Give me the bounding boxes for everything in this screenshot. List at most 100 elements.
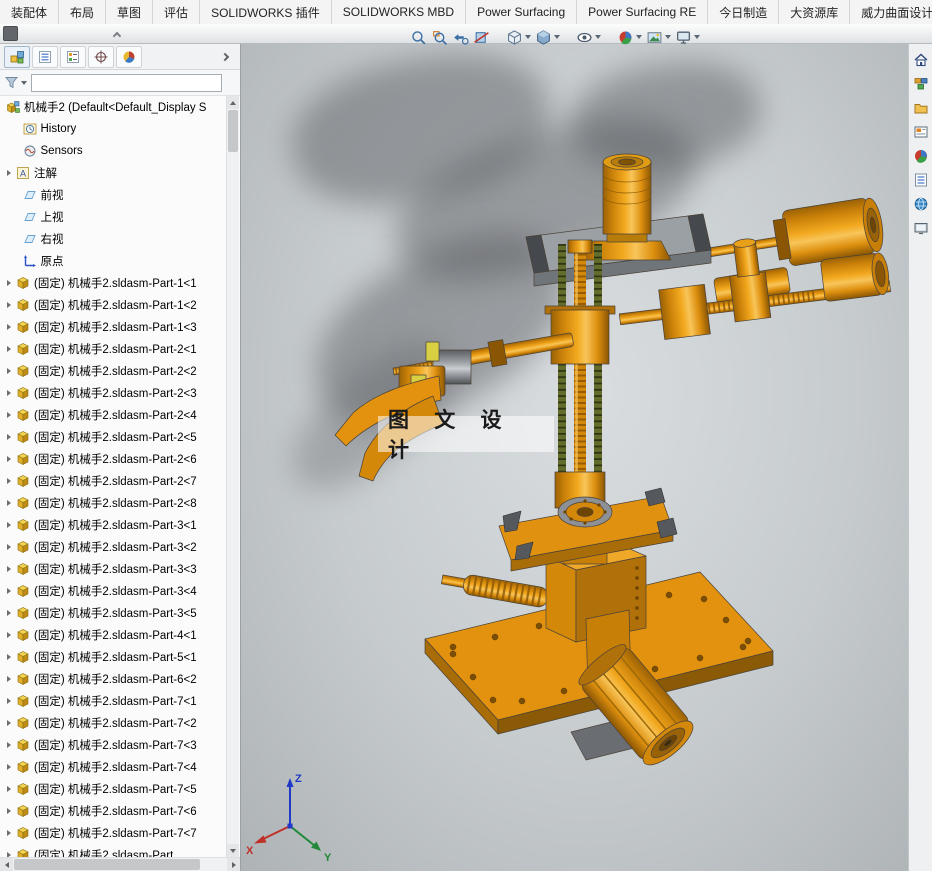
tree-component-row[interactable]: (固定) 机械手2.sldasm-Part-7<2 xyxy=(0,712,228,734)
expand-arrow-icon[interactable] xyxy=(7,632,11,638)
view-orientation-icon[interactable] xyxy=(504,28,533,47)
tree-component-row[interactable]: (固定) 机械手2.sldasm-Part-3<3 xyxy=(0,558,228,580)
home-icon[interactable] xyxy=(910,48,932,71)
tree-component-row[interactable]: (固定) 机械手2.sldasm-Part-2<8 xyxy=(0,492,228,514)
tree-component-row[interactable]: (固定) 机械手2.sldasm-Part-1<1 xyxy=(0,272,228,294)
tree-component-row[interactable]: (固定) 机械手2.sldasm-Part-7<3 xyxy=(0,734,228,756)
tree-horizontal-scrollbar[interactable] xyxy=(0,857,240,871)
expand-arrow-icon[interactable] xyxy=(7,280,11,286)
tab-评估[interactable]: 评估 xyxy=(153,0,200,24)
expand-arrow-icon[interactable] xyxy=(7,808,11,814)
tree-component-row[interactable]: (固定) 机械手2.sldasm-Part-1<2 xyxy=(0,294,228,316)
tree-component-row[interactable]: (固定) 机械手2.sldasm-Part-2<2 xyxy=(0,360,228,382)
appearances-icon[interactable] xyxy=(910,144,932,167)
expand-arrow-icon[interactable] xyxy=(7,346,11,352)
expand-arrow-icon[interactable] xyxy=(7,302,11,308)
tree-component-row[interactable]: (固定) 机械手2.sldasm-Part-3<5 xyxy=(0,602,228,624)
capture-icon[interactable] xyxy=(910,216,932,239)
expand-arrow-icon[interactable] xyxy=(7,412,11,418)
tab-装配体[interactable]: 装配体 xyxy=(0,0,59,24)
tree-component-row[interactable]: (固定) 机械手2.sldasm-Part-7<4 xyxy=(0,756,228,778)
tab-今日制造[interactable]: 今日制造 xyxy=(708,0,779,24)
tree-component-row[interactable]: (固定) 机械手2.sldasm-Part-3<1 xyxy=(0,514,228,536)
featuremanager-tree-icon[interactable] xyxy=(4,46,30,68)
tree-plane-top-row[interactable]: 上视 xyxy=(0,206,228,228)
tree-component-row[interactable]: (固定) 机械手2.sldasm-Part-2<7 xyxy=(0,470,228,492)
tree-origin-row[interactable]: 原点 xyxy=(0,250,228,272)
expand-arrow-icon[interactable] xyxy=(7,324,11,330)
expand-arrow-icon[interactable] xyxy=(7,500,11,506)
scroll-left-icon[interactable] xyxy=(0,858,13,871)
tree-component-row[interactable]: (固定) 机械手2.sldasm-Part-3<4 xyxy=(0,580,228,602)
expand-arrow-icon[interactable] xyxy=(7,456,11,462)
vertical-tower[interactable] xyxy=(555,240,605,522)
display-style-icon[interactable] xyxy=(533,28,562,47)
tab-Power Surfacing RE[interactable]: Power Surfacing RE xyxy=(577,0,708,24)
tab-SOLIDWORKS MBD[interactable]: SOLIDWORKS MBD xyxy=(332,0,466,24)
expand-arrow-icon[interactable] xyxy=(7,786,11,792)
scroll-thumb[interactable] xyxy=(228,110,238,152)
tree-component-row[interactable]: (固定) 机械手2.sldasm-Part-7<1 xyxy=(0,690,228,712)
tree-plane-front-row[interactable]: 前视 xyxy=(0,184,228,206)
tree-component-row[interactable]: (固定) 机械手2.sldasm-Part-5<1 xyxy=(0,646,228,668)
scroll-up-icon[interactable] xyxy=(227,96,239,109)
zoom-fit-icon[interactable] xyxy=(408,28,429,47)
tree-sensors-row[interactable]: Sensors xyxy=(0,140,228,162)
expand-arrow-icon[interactable] xyxy=(7,390,11,396)
scroll-down-icon[interactable] xyxy=(227,844,239,857)
tree-component-row[interactable]: (固定) 机械手2.sldasm-Part-2<6 xyxy=(0,448,228,470)
panel-expand-chevron[interactable] xyxy=(222,51,234,63)
tree-component-row[interactable]: (固定) 机械手2.sldasm-Part-2<5 xyxy=(0,426,228,448)
expand-arrow-icon[interactable] xyxy=(7,698,11,704)
tree-plane-right-row[interactable]: 右视 xyxy=(0,228,228,250)
tree-component-row[interactable]: (固定) 机械手2.sldasm-Part-4<1 xyxy=(0,624,228,646)
apply-scene-icon[interactable] xyxy=(644,28,673,47)
tab-Power Surfacing[interactable]: Power Surfacing xyxy=(466,0,577,24)
expand-arrow-icon[interactable] xyxy=(7,434,11,440)
expand-arrow-icon[interactable] xyxy=(7,742,11,748)
tree-component-row[interactable]: (固定) 机械手2.sldasm-Part-3<2 xyxy=(0,536,228,558)
tab-SOLIDWORKS 插件[interactable]: SOLIDWORKS 插件 xyxy=(200,0,332,24)
view-settings-icon[interactable] xyxy=(673,28,702,47)
expand-arrow-icon[interactable] xyxy=(7,170,11,176)
tab-布局[interactable]: 布局 xyxy=(59,0,106,24)
dimxpertmanager-icon[interactable] xyxy=(88,46,114,68)
tree-component-row[interactable]: (固定) 机械手2.sldasm-Part-7<7 xyxy=(0,822,228,844)
graphics-area[interactable]: 图 文 设 计 Z X Y xyxy=(241,44,908,871)
tree-component-row[interactable]: (固定) 机械手2.sldasm-Part-2<4 xyxy=(0,404,228,426)
tree-component-row[interactable]: (固定) 机械手2.sldasm-Part-2<1 xyxy=(0,338,228,360)
tab-大资源库[interactable]: 大资源库 xyxy=(779,0,850,24)
expand-arrow-icon[interactable] xyxy=(7,566,11,572)
tree-root-row[interactable]: 机械手2 (Default<Default_Display S xyxy=(0,96,228,118)
design-library-icon[interactable] xyxy=(910,72,932,95)
expand-arrow-icon[interactable] xyxy=(7,478,11,484)
ribbon-collapse-handle[interactable] xyxy=(108,29,126,39)
expand-arrow-icon[interactable] xyxy=(7,610,11,616)
expand-arrow-icon[interactable] xyxy=(7,676,11,682)
expand-arrow-icon[interactable] xyxy=(7,368,11,374)
view-palette-icon[interactable] xyxy=(910,120,932,143)
edit-appearance-icon[interactable] xyxy=(615,28,644,47)
tab-威力曲面设计[interactable]: 威力曲面设计 xyxy=(850,0,932,24)
tree-filter-input[interactable] xyxy=(31,74,222,92)
tree-component-row[interactable]: (固定) 机械手2.sldasm-Part-6<2 xyxy=(0,668,228,690)
file-explorer-icon[interactable] xyxy=(910,96,932,119)
expand-arrow-icon[interactable] xyxy=(7,588,11,594)
zoom-area-icon[interactable] xyxy=(429,28,450,47)
expand-arrow-icon[interactable] xyxy=(7,764,11,770)
tree-component-row[interactable]: (固定) 机械手2.sldasm-Part-7<5 xyxy=(0,778,228,800)
tab-草图[interactable]: 草图 xyxy=(106,0,153,24)
tree-component-row[interactable]: (固定) 机械手2.sldasm-Part xyxy=(0,844,228,857)
expand-arrow-icon[interactable] xyxy=(7,544,11,550)
tree-component-row[interactable]: (固定) 机械手2.sldasm-Part-7<6 xyxy=(0,800,228,822)
propertymanager-icon[interactable] xyxy=(32,46,58,68)
scroll-thumb[interactable] xyxy=(14,859,200,870)
tree-component-row[interactable]: (固定) 机械手2.sldasm-Part-1<3 xyxy=(0,316,228,338)
custom-properties-icon[interactable] xyxy=(910,168,932,191)
section-view-icon[interactable] xyxy=(471,28,492,47)
robot-arm-model[interactable] xyxy=(241,44,908,871)
tree-vertical-scrollbar[interactable] xyxy=(226,96,239,857)
expand-arrow-icon[interactable] xyxy=(7,522,11,528)
expand-arrow-icon[interactable] xyxy=(7,830,11,836)
forum-icon[interactable] xyxy=(910,192,932,215)
